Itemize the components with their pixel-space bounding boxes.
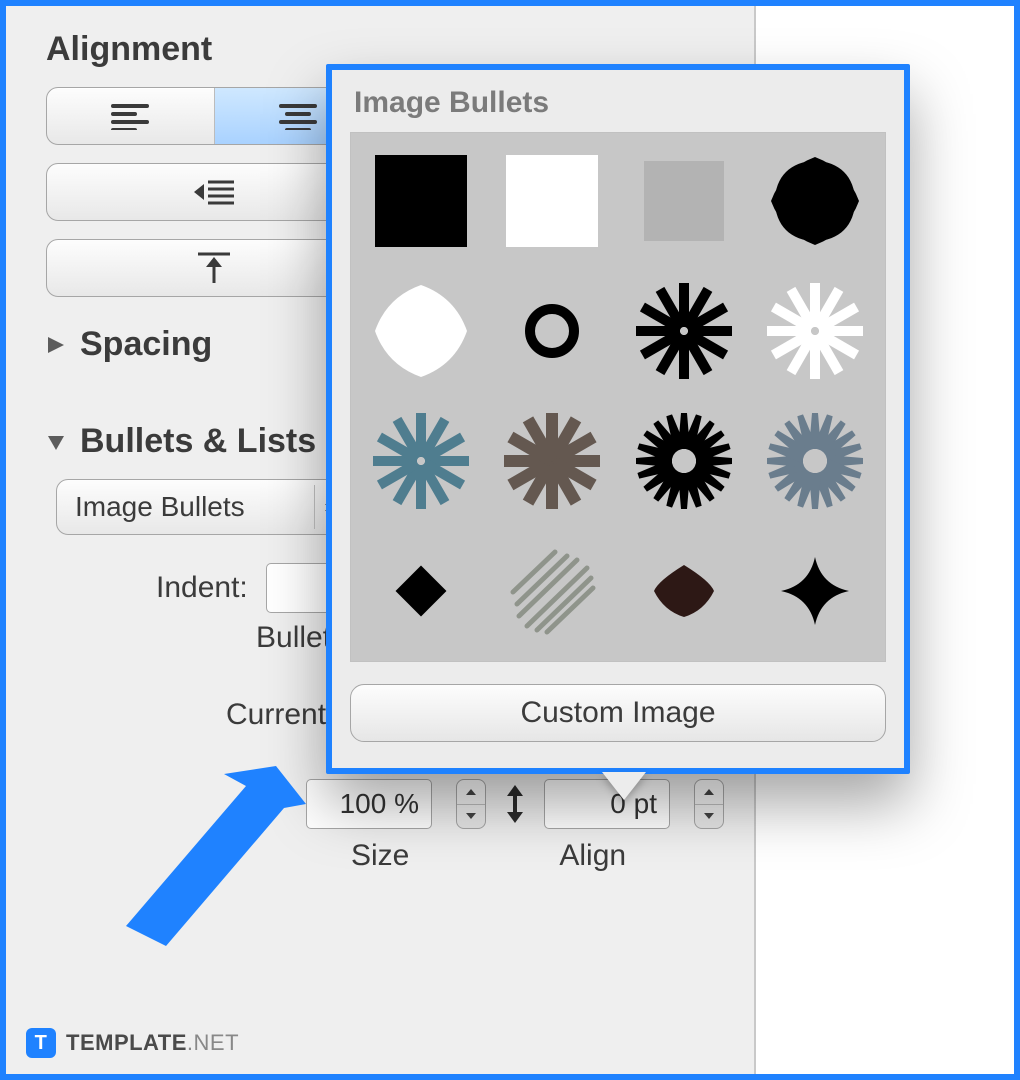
- align-left-button[interactable]: [47, 88, 215, 144]
- bullet-sparkle-black[interactable]: [750, 527, 882, 655]
- chevron-right-icon: [46, 335, 66, 355]
- size-input[interactable]: 100 %: [306, 779, 432, 829]
- bullet-square-gray[interactable]: [618, 137, 750, 265]
- bullet-type-label: Image Bullets: [75, 491, 245, 523]
- chevron-down-icon: [46, 432, 66, 452]
- bullet-type-dropdown[interactable]: Image Bullets: [56, 479, 356, 535]
- watermark-text: TEMPLATE: [66, 1030, 187, 1055]
- align-left-icon: [111, 102, 149, 130]
- bullet-starburst-white[interactable]: [750, 267, 882, 395]
- bullet-square-white[interactable]: [487, 137, 619, 265]
- custom-image-label: Custom Image: [520, 696, 715, 730]
- popover-title: Image Bullets: [354, 86, 886, 120]
- align-center-icon: [279, 102, 317, 130]
- bullet-circle-outline[interactable]: [487, 267, 619, 395]
- custom-image-button[interactable]: Custom Image: [350, 684, 886, 742]
- bullet-starburst-teal[interactable]: [355, 397, 487, 525]
- size-label: Size: [351, 839, 409, 873]
- bullet-diamond-brown[interactable]: [618, 527, 750, 655]
- bullet-diamond-black[interactable]: [355, 527, 487, 655]
- watermark-badge-icon: T: [26, 1028, 56, 1058]
- vertical-resize-icon: [504, 784, 526, 824]
- bullet-thumbnail-grid: [350, 132, 886, 662]
- bullet-scribble-gray[interactable]: [487, 527, 619, 655]
- image-bullets-popover: Image Bullets: [326, 64, 910, 774]
- bullet-starburst-brown[interactable]: [487, 397, 619, 525]
- size-stepper[interactable]: [456, 779, 486, 829]
- bullets-section-title: Bullets & Lists: [80, 422, 316, 461]
- align-stepper[interactable]: [694, 779, 724, 829]
- bullet-starburst-black[interactable]: [618, 267, 750, 395]
- bullet-sunray-steel[interactable]: [750, 397, 882, 525]
- watermark: T TEMPLATE.NET: [26, 1028, 239, 1058]
- bullet-quatrefoil-white[interactable]: [355, 267, 487, 395]
- bullet-square-black[interactable]: [355, 137, 487, 265]
- indent-label: Indent:: [156, 571, 248, 605]
- outdent-icon: [192, 178, 236, 206]
- bullet-column-label: Bullet: [256, 621, 331, 655]
- spacing-section-title: Spacing: [80, 325, 212, 364]
- align-label: Align: [559, 839, 626, 873]
- watermark-suffix: .NET: [187, 1030, 239, 1055]
- bullet-quatrefoil-black[interactable]: [750, 137, 882, 265]
- valign-top-icon: [196, 251, 232, 285]
- bullet-sunray-black[interactable]: [618, 397, 750, 525]
